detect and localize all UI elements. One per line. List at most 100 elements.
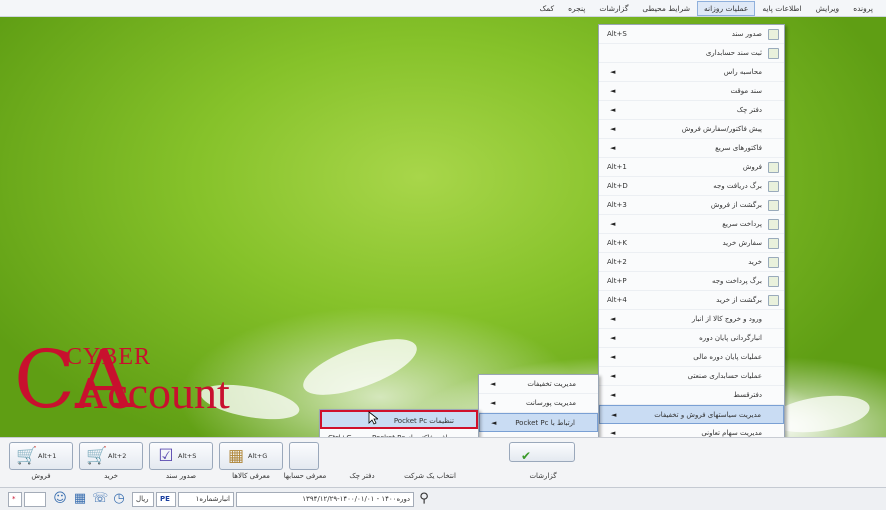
shortcut-label: Alt+G — [248, 452, 268, 460]
sales-policy-menu-item-label: ارتباط با Pocket Pc — [515, 419, 575, 427]
shortcut-label: Alt+4 — [607, 296, 627, 304]
shortcut-toolbar: 🛒 Alt+1 فروش 🛒 Alt+2 خرید ☑ Alt+S صدور س… — [0, 437, 886, 487]
daily-ops-menu-item[interactable]: مدیریت سیاستهای فروش و تخفیفات ◄ — [599, 405, 784, 424]
issue-voucher-button[interactable]: ☑ Alt+S — [149, 442, 213, 470]
daily-ops-menu-item[interactable]: برگ دریافت وجه Alt+D — [599, 177, 784, 196]
daily-ops-menu-item[interactable]: سفارش خرید Alt+K — [599, 234, 784, 253]
phone-icon[interactable]: ☏ — [92, 491, 108, 507]
pocket-pc-menu-item-label: تنظیمات Pocket Pc — [393, 417, 454, 425]
shortcut-label: Alt+S — [607, 30, 627, 38]
daily-ops-menu-item[interactable]: محاسبه راس ◄ — [599, 63, 784, 82]
sales-shortcut-button[interactable]: 🛒 Alt+1 — [9, 442, 73, 470]
daily-ops-menu-item-label: انبارگردانی پایان دوره — [699, 334, 762, 342]
shortcut-label: Alt+S — [178, 452, 197, 460]
cart-icon: 🛒 — [16, 446, 38, 466]
sales-policy-menu-item[interactable]: مدیریت پورسانت ◄ — [479, 394, 598, 413]
return-icon — [768, 295, 779, 306]
daily-ops-menu-item[interactable]: پیش فاکتور/سفارش فروش ◄ — [599, 120, 784, 139]
daily-ops-menu-item[interactable]: ثبت سند حسابداری — [599, 44, 784, 63]
daily-operations-menu: صدور سند Alt+S ثبت سند حسابداری محاسبه راس ◄… — [598, 24, 785, 444]
status-bar: * ☺ ▦ ☏ ◷ ریال PE انبارشماره۱ دوره۱۴۰۰ -… — [0, 487, 886, 510]
calculator-icon[interactable]: ▦ — [72, 491, 88, 507]
status-indicator: * — [8, 492, 22, 507]
accounts-intro-button[interactable] — [289, 442, 319, 470]
people-icon[interactable]: ☺ — [52, 491, 68, 507]
daily-ops-menu-item[interactable]: عملیات حسابداری صنعتی ◄ — [599, 367, 784, 386]
daily-ops-menu-item-label: عملیات پایان دوره مالی — [693, 353, 762, 361]
sales-policy-menu-item[interactable]: مدیریت تخفیفات ◄ — [479, 375, 598, 394]
sales-policy-menu-item[interactable]: ارتباط با Pocket Pc ◄ — [479, 413, 598, 432]
sales-label: فروش — [31, 472, 51, 480]
daily-ops-menu-item-label: پیش فاکتور/سفارش فروش — [681, 125, 762, 133]
submenu-arrow-icon: ◄ — [610, 372, 616, 380]
reports-label: گزارشات — [529, 472, 557, 480]
menu-edit[interactable]: ویرایش — [809, 1, 847, 16]
menu-file[interactable]: پرونده — [846, 1, 880, 16]
flower-petal — [296, 327, 424, 407]
order-icon — [768, 238, 779, 249]
daily-ops-menu-item-label: فاکتورهای سریع — [715, 144, 762, 152]
app-window: پرونده ویرایش اطلاعات پایه عملیات روزانه… — [0, 0, 886, 510]
daily-ops-menu-item[interactable]: سند موقت ◄ — [599, 82, 784, 101]
daily-ops-menu-item[interactable]: عملیات پایان دوره مالی ◄ — [599, 348, 784, 367]
submenu-arrow-icon: ◄ — [610, 220, 616, 228]
menu-window[interactable]: پنجره — [561, 1, 592, 16]
daily-ops-menu-item[interactable]: صدور سند Alt+S — [599, 25, 784, 44]
daily-ops-menu-item-label: عملیات حسابداری صنعتی — [687, 372, 762, 380]
daily-ops-menu-item-label: برگشت از فروش — [710, 201, 762, 209]
menu-reports[interactable]: گزارشات — [592, 1, 635, 16]
daily-ops-menu-item[interactable]: دفتر چک ◄ — [599, 101, 784, 120]
daily-ops-menu-item-label: فروش — [742, 163, 762, 171]
mouse-cursor-icon — [368, 411, 378, 425]
submenu-arrow-icon: ◄ — [610, 106, 616, 114]
daily-ops-menu-item-label: برگشت از خرید — [716, 296, 762, 304]
submenu-arrow-icon: ◄ — [611, 411, 617, 419]
daily-ops-menu-item[interactable]: پرداخت سریع ◄ — [599, 215, 784, 234]
shortcut-label: Alt+2 — [108, 452, 127, 460]
pe-box: PE — [156, 492, 176, 507]
pocket-pc-menu-item[interactable]: تنظیمات Pocket Pc — [320, 410, 478, 429]
submenu-arrow-icon: ◄ — [610, 125, 616, 133]
submenu-arrow-icon: ◄ — [490, 399, 496, 407]
daily-ops-menu-item-label: دفتر چک — [736, 106, 762, 114]
menu-basic-info[interactable]: اطلاعات پایه — [755, 1, 808, 16]
purchase-label: خرید — [104, 472, 118, 480]
daily-ops-menu-item[interactable]: فاکتورهای سریع ◄ — [599, 139, 784, 158]
cyber-account-logo: CA CYBER Account — [14, 340, 254, 430]
sales-policy-menu-item-label: مدیریت پورسانت — [525, 399, 576, 407]
daily-ops-menu-item-label: سفارش خرید — [722, 239, 762, 247]
submenu-arrow-icon: ◄ — [491, 419, 497, 427]
daily-ops-menu-item[interactable]: انبارگردانی پایان دوره ◄ — [599, 329, 784, 348]
daily-ops-menu-item[interactable]: ورود و خروج کالا از انبار ◄ — [599, 310, 784, 329]
warehouse-box: انبارشماره۱ — [178, 492, 234, 507]
submenu-arrow-icon: ◄ — [610, 334, 616, 342]
daily-ops-menu-item[interactable]: فروش Alt+1 — [599, 158, 784, 177]
purchase-shortcut-button[interactable]: 🛒 Alt+2 — [79, 442, 143, 470]
menu-environment[interactable]: شرایط محیطی — [635, 1, 697, 16]
daily-ops-menu-item-label: خرید — [748, 258, 762, 266]
sales-policy-menu-item-label: مدیریت تخفیفات — [527, 380, 576, 388]
logo-account: Account — [74, 367, 230, 418]
shortcut-label: Alt+1 — [38, 452, 57, 460]
select-company-label: انتخاب یک شرکت — [404, 472, 456, 480]
issue-voucher-label: صدور سند — [165, 472, 197, 480]
menu-daily-operations[interactable]: عملیات روزانه — [697, 0, 756, 16]
goods-intro-button[interactable]: ▦ Alt+G — [219, 442, 283, 470]
shortcut-label: Alt+2 — [607, 258, 627, 266]
daily-ops-menu-item[interactable]: برگشت از خرید Alt+4 — [599, 291, 784, 310]
shortcut-label: Alt+K — [607, 239, 627, 247]
clock-icon[interactable]: ◷ — [111, 491, 127, 507]
daily-ops-menu-item[interactable]: برگشت از فروش Alt+3 — [599, 196, 784, 215]
status-empty-box — [24, 492, 46, 507]
reports-button[interactable]: ✔ — [509, 442, 575, 463]
daily-ops-menu-item-label: صدور سند — [731, 30, 762, 38]
daily-ops-menu-item[interactable]: دفترقسط ◄ — [599, 386, 784, 405]
menu-help[interactable]: کمک — [532, 1, 561, 16]
menu-bar: پرونده ویرایش اطلاعات پایه عملیات روزانه… — [0, 0, 886, 17]
daily-ops-menu-item[interactable]: خرید Alt+2 — [599, 253, 784, 272]
shortcut-label: Alt+3 — [607, 201, 627, 209]
boxes-icon: ▦ — [227, 446, 245, 466]
cart-icon — [768, 257, 779, 268]
daily-ops-menu-item[interactable]: برگ پرداخت وجه Alt+P — [599, 272, 784, 291]
search-icon[interactable]: ⚲ — [416, 491, 432, 507]
